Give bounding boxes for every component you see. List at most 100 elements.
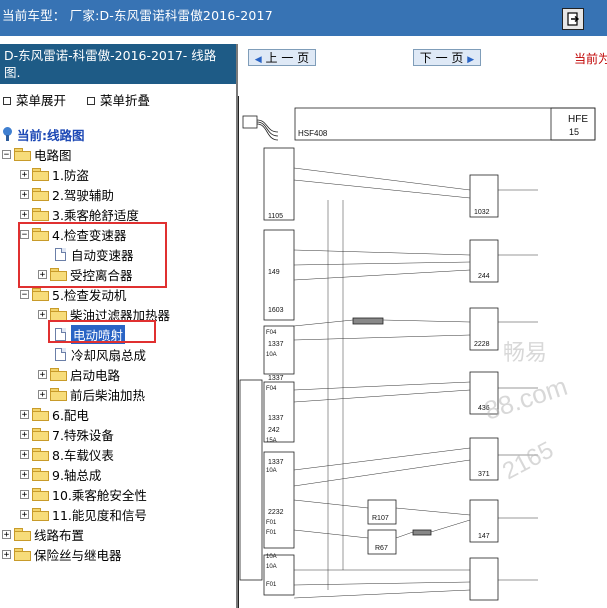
folder-icon xyxy=(32,168,49,181)
expand-icon[interactable]: + xyxy=(20,409,29,419)
component-label: 1603 xyxy=(268,307,284,314)
wiring-diagram: HFE 15 HSF408 1105 149 1603 1337 1337 13… xyxy=(238,90,607,608)
sidebar: D-东风雷诺-科雷傲-2016-2017- 线路图. 菜单展开 菜单折叠 当前:… xyxy=(0,44,238,608)
square-icon xyxy=(3,97,11,105)
tree-item-wiring-layout[interactable]: + 线路布置 xyxy=(2,524,84,544)
expand-icon[interactable]: + xyxy=(20,469,29,479)
fuse-label: F04 xyxy=(266,330,277,336)
folder-icon xyxy=(32,428,49,441)
collapse-icon[interactable]: − xyxy=(20,289,29,299)
fuse-label: 15A xyxy=(266,438,277,444)
diagram-title-num: 15 xyxy=(569,127,579,137)
tree-item-diesel-heating[interactable]: + 前后柴油加热 xyxy=(38,384,145,404)
tree-item-instruments[interactable]: +8.车载仪表 xyxy=(20,444,114,464)
expand-icon[interactable]: + xyxy=(2,529,11,539)
folder-open-icon xyxy=(14,148,31,161)
sidebar-title: D-东风雷诺-科雷傲-2016-2017- 线路图. xyxy=(0,44,236,84)
square-icon xyxy=(86,97,95,105)
expand-icon[interactable]: + xyxy=(20,509,29,519)
folder-icon xyxy=(14,528,31,541)
window-title: 当前车型： 厂家:D-东风雷诺科雷傲2016-2017 xyxy=(2,8,273,23)
arrow-right-icon: ▶ xyxy=(467,55,475,65)
tree-item-comfort[interactable]: +3.乘客舱舒适度 xyxy=(20,204,139,224)
folder-icon xyxy=(50,308,67,321)
component-label: 147 xyxy=(478,533,490,540)
component-label: 1337 xyxy=(268,459,284,466)
viewer-pane: ◀ 上 一 页 下 一 页 ▶ 当前为 HFE 15 HSF408 1105 1… xyxy=(238,44,607,608)
tree-item-safety[interactable]: +10.乘客舱安全性 xyxy=(20,484,147,504)
folder-icon xyxy=(50,368,67,381)
tree-item-visibility[interactable]: +11.能见度和信号 xyxy=(20,504,147,524)
collapse-all-button[interactable]: 菜单折叠 xyxy=(84,90,150,109)
component-label: 1337 xyxy=(268,341,284,348)
component-label: 1337 xyxy=(268,415,284,422)
exit-button[interactable] xyxy=(562,8,584,30)
folder-icon xyxy=(32,488,49,501)
component-label: 244 xyxy=(478,273,490,280)
diagram-title-code: HFE xyxy=(568,114,588,125)
watermark-text: 2165 xyxy=(498,436,558,485)
expand-icon[interactable]: + xyxy=(20,489,29,499)
folder-icon xyxy=(32,448,49,461)
exit-door-icon xyxy=(567,12,580,26)
tree-current: 当前:线路图 xyxy=(2,124,85,144)
tree-item-power-dist[interactable]: +6.配电 xyxy=(20,404,89,424)
tree-item-fuses-relays[interactable]: + 保险丝与继电器 xyxy=(2,544,122,564)
tree-item-circuit[interactable]: − 电路图 xyxy=(2,144,72,164)
component-label: R107 xyxy=(372,515,389,522)
folder-icon xyxy=(32,188,49,201)
menu-toggle-row: 菜单展开 菜单折叠 xyxy=(0,90,150,109)
folder-icon xyxy=(32,468,49,481)
expand-icon[interactable]: + xyxy=(2,549,11,559)
expand-icon[interactable]: + xyxy=(20,169,29,179)
expand-icon[interactable]: + xyxy=(20,209,29,219)
annotation-box-injection xyxy=(48,320,156,343)
component-label: 1032 xyxy=(474,209,490,216)
expand-icon[interactable]: + xyxy=(38,309,47,319)
folder-icon xyxy=(14,548,31,561)
expand-all-button[interactable]: 菜单展开 xyxy=(0,90,66,109)
prev-page-button[interactable]: ◀ 上 一 页 xyxy=(248,49,316,66)
component-label: 149 xyxy=(268,269,280,276)
tree-item-cooling-fan[interactable]: 冷却风扇总成 xyxy=(52,344,146,364)
folder-icon xyxy=(32,508,49,521)
component-label: 1337 xyxy=(268,375,284,382)
expand-icon[interactable]: + xyxy=(38,389,47,399)
fuse-label: 10A xyxy=(266,352,277,358)
expand-icon[interactable]: + xyxy=(20,189,29,199)
page-info: 当前为 xyxy=(574,52,607,66)
tree-item-drive-assist[interactable]: +2.驾驶辅助 xyxy=(20,184,114,204)
wiring-diagram-canvas: HFE 15 HSF408 1105 149 1603 1337 1337 13… xyxy=(238,96,596,608)
fuse-label: F01 xyxy=(266,582,277,588)
fuse-label: 10A xyxy=(266,554,277,560)
tree-item-antitheft[interactable]: +1.防盗 xyxy=(20,164,89,184)
expand-icon[interactable]: + xyxy=(20,449,29,459)
component-label: R67 xyxy=(375,545,388,552)
next-page-button[interactable]: 下 一 页 ▶ xyxy=(413,49,481,66)
folder-open-icon xyxy=(32,288,49,301)
fuse-label: F04 xyxy=(266,386,277,392)
diagram-connector: HSF408 xyxy=(298,129,328,138)
fuse-label: F01 xyxy=(266,530,277,536)
page-toolbar: ◀ 上 一 页 下 一 页 ▶ 当前为 xyxy=(238,44,607,84)
annotation-box-transmission xyxy=(18,222,167,288)
tree-item-special-equipment[interactable]: +7.特殊设备 xyxy=(20,424,114,444)
fuse-label: 10A xyxy=(266,564,277,570)
fuse-label: F01 xyxy=(266,520,277,526)
component-label: 242 xyxy=(268,427,280,434)
expand-icon[interactable]: + xyxy=(38,369,47,379)
arrow-left-icon: ◀ xyxy=(254,55,262,65)
location-icon xyxy=(2,126,13,142)
watermark-text: 畅易 xyxy=(503,340,547,365)
title-bar: 当前车型： 厂家:D-东风雷诺科雷傲2016-2017 xyxy=(0,0,607,36)
document-icon xyxy=(55,347,66,361)
component-label: 371 xyxy=(478,471,490,478)
expand-icon[interactable]: + xyxy=(20,429,29,439)
tree-item-start-circuit[interactable]: + 启动电路 xyxy=(38,364,120,384)
component-label: 1105 xyxy=(268,213,283,220)
collapse-icon[interactable]: − xyxy=(2,149,11,159)
component-label: 2228 xyxy=(474,341,490,348)
folder-icon xyxy=(32,408,49,421)
tree-item-axle[interactable]: +9.轴总成 xyxy=(20,464,101,484)
watermark-text: 88.com xyxy=(481,371,571,426)
